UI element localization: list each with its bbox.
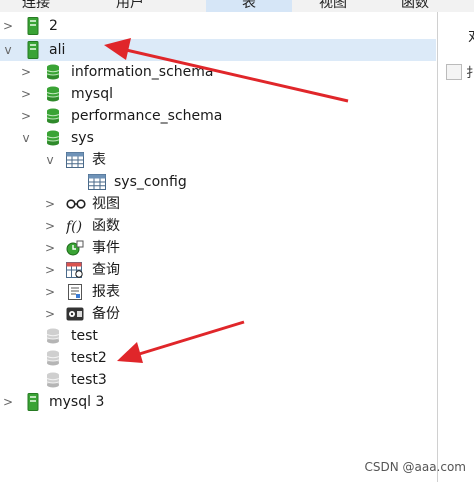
backup-icon: [66, 307, 84, 321]
chevron-down-icon[interactable]: v: [2, 39, 14, 61]
tree-item-label: mysql 3: [49, 394, 105, 410]
chevron-right-icon[interactable]: >: [44, 259, 56, 281]
chevron-right-icon[interactable]: >: [44, 281, 56, 303]
tree-item-tables[interactable]: v 表: [0, 149, 436, 171]
chevron-down-icon[interactable]: v: [44, 149, 56, 171]
glasses-icon: [66, 199, 86, 209]
svg-text:f(): f(): [66, 219, 82, 235]
function-icon: f(): [66, 219, 82, 235]
tree-item-events[interactable]: > 事件: [0, 237, 436, 259]
tree-item-label: test2: [71, 350, 107, 366]
panel-header-text: 对: [468, 26, 474, 46]
tree-item-label: sys: [71, 130, 94, 146]
tree-item-label: 备份: [92, 306, 120, 322]
database-icon: [46, 86, 60, 102]
chevron-right-icon[interactable]: >: [44, 215, 56, 237]
database-closed-icon: [46, 372, 60, 388]
chevron-right-icon[interactable]: >: [44, 237, 56, 259]
chevron-right-icon[interactable]: >: [2, 15, 14, 37]
connection-icon: [27, 393, 39, 411]
tree-item-db-sys[interactable]: v sys: [0, 127, 436, 149]
tab-functions[interactable]: 函数: [380, 0, 450, 12]
tree-item-db-test2[interactable]: test2: [0, 347, 436, 369]
tab-views[interactable]: 视图: [298, 0, 368, 12]
tree-item-connection-mysql3[interactable]: > mysql 3: [0, 391, 436, 413]
database-closed-icon: [46, 350, 60, 366]
tree-item-label: sys_config: [114, 174, 187, 190]
tree-item-db-mysql[interactable]: > mysql: [0, 83, 436, 105]
connection-icon: [27, 41, 39, 59]
table-icon: [88, 174, 106, 190]
chevron-right-icon[interactable]: >: [44, 303, 56, 325]
report-icon: [68, 284, 82, 300]
tree-item-queries[interactable]: > 查询: [0, 259, 436, 281]
chevron-right-icon[interactable]: >: [44, 193, 56, 215]
tree-item-table-sys-config[interactable]: sys_config: [0, 171, 436, 193]
query-icon: [66, 262, 83, 278]
panel-tool-icon[interactable]: [446, 64, 462, 80]
tree-item-label: mysql: [71, 86, 113, 102]
tree-item-db-performance-schema[interactable]: > performance_schema: [0, 105, 436, 127]
panel-tool-label: 扌: [466, 66, 474, 81]
tree-item-label: test: [71, 328, 98, 344]
connection-icon: [27, 17, 39, 35]
tree-item-db-test[interactable]: test: [0, 325, 436, 347]
chevron-right-icon[interactable]: >: [20, 83, 32, 105]
tree-item-label: 2: [49, 18, 58, 34]
tree-item-db-information-schema[interactable]: > information_schema: [0, 61, 436, 83]
object-panel: 对 扌: [438, 12, 474, 482]
chevron-right-icon[interactable]: >: [2, 391, 14, 413]
tree-item-label: test3: [71, 372, 107, 388]
tree-item-reports[interactable]: > 报表: [0, 281, 436, 303]
tree-item-label: 函数: [92, 218, 120, 234]
tree-item-functions[interactable]: > f() 函数: [0, 215, 436, 237]
watermark: CSDN @aaa.com: [364, 460, 466, 474]
chevron-right-icon[interactable]: >: [20, 105, 32, 127]
tree-item-label: 视图: [92, 196, 120, 212]
tree-item-label: 表: [92, 152, 106, 168]
tree-item-label: information_schema: [71, 64, 214, 80]
tab-tables[interactable]: 表: [206, 0, 292, 12]
database-icon: [46, 108, 60, 124]
tree-item-db-test3[interactable]: test3: [0, 369, 436, 391]
event-clock-icon: [66, 240, 84, 256]
tab-connection[interactable]: 连接: [6, 0, 66, 12]
tree-item-connection-ali[interactable]: v ali: [0, 39, 436, 61]
tree-item-label: 报表: [92, 284, 120, 300]
tree-item-backups[interactable]: > 备份: [0, 303, 436, 325]
tree-item-views[interactable]: > 视图: [0, 193, 436, 215]
database-icon: [46, 64, 60, 80]
table-icon: [66, 152, 84, 168]
database-closed-icon: [46, 328, 60, 344]
tab-user[interactable]: 用户: [100, 0, 160, 12]
tree-item-label: ali: [49, 42, 66, 58]
toolbar: 连接 用户 表 视图 函数: [0, 0, 474, 12]
tree-item-label: 查询: [92, 262, 120, 278]
tree-item-label: performance_schema: [71, 108, 223, 124]
tree-item-connection-2[interactable]: > 2: [0, 15, 436, 37]
database-icon: [46, 130, 60, 146]
tree-item-label: 事件: [92, 240, 120, 256]
chevron-down-icon[interactable]: v: [20, 127, 32, 149]
chevron-right-icon[interactable]: >: [20, 61, 32, 83]
